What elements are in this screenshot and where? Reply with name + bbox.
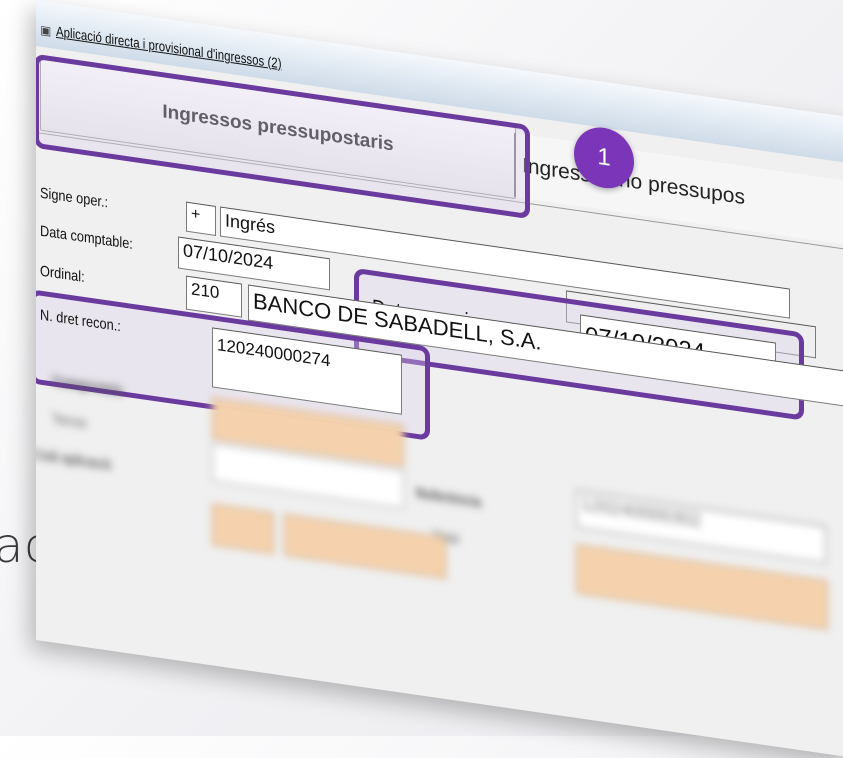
referencia-label: Referència [416,484,482,512]
row-cell-1[interactable] [212,503,274,555]
row-cell-2[interactable] [284,513,446,580]
signe-label: Signe oper.: [40,184,109,212]
ordinal-field[interactable]: 210 [186,275,242,318]
tercer-label: Tercer [52,410,88,433]
ordinal-label: Ordinal: [40,262,85,287]
data-comptable-label: Data comptable: [40,222,133,253]
app-icon: ▣ [40,22,52,39]
app-window: ▣ Aplicació directa i provisional d'ingr… [36,0,843,758]
signe-field[interactable]: + [186,201,216,236]
codi-label: Codi aplicació [36,445,112,474]
